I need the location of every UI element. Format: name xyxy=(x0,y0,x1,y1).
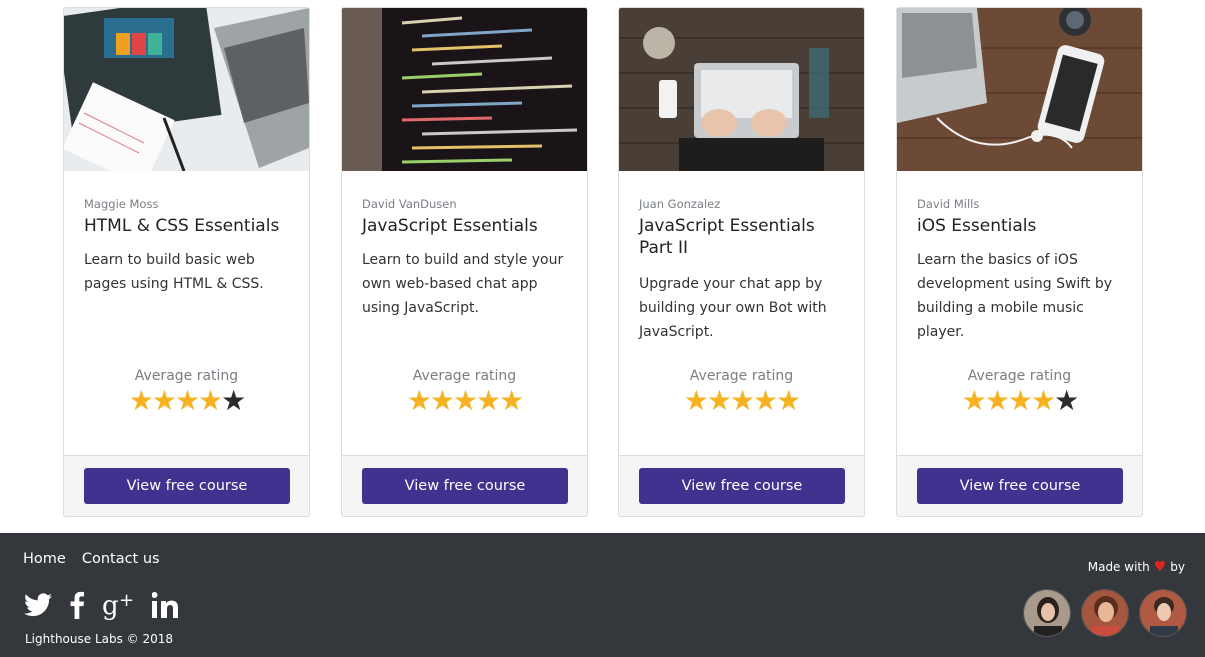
view-course-button[interactable]: View free course xyxy=(639,468,845,504)
course-rating: Average rating ★ ★ ★ ★ ★ xyxy=(342,368,587,417)
google-plus-icon[interactable]: g + xyxy=(102,590,134,620)
star-icon: ★ xyxy=(476,384,501,417)
copyright: Lighthouse Labs © 2018 xyxy=(25,632,174,646)
star-icon: ★ xyxy=(706,384,732,417)
svg-text:g: g xyxy=(102,591,119,620)
avatar xyxy=(1023,589,1071,637)
course-image-javascript xyxy=(342,8,587,171)
course-title: HTML & CSS Essentials xyxy=(84,216,280,236)
star-icon: ★ xyxy=(683,384,709,417)
course-author: Juan Gonzalez xyxy=(639,197,721,211)
star-icon: ★ xyxy=(198,384,223,417)
star-icon: ★ xyxy=(174,384,200,417)
course-rating: Average rating ★ ★ ★ ★ ★ xyxy=(64,368,309,417)
nav-link-contact[interactable]: Contact us xyxy=(82,551,160,567)
course-image-html-css xyxy=(64,8,309,171)
rating-stars: ★ ★ ★ ★ ★ xyxy=(619,384,864,417)
course-author: David VanDusen xyxy=(362,197,457,211)
star-icon: ★ xyxy=(984,384,1010,417)
facebook-icon[interactable] xyxy=(70,591,84,619)
course-description: Learn the basics of iOS development usin… xyxy=(917,252,1113,340)
heart-icon: ♥ xyxy=(1153,559,1167,575)
star-icon: ★ xyxy=(753,384,778,417)
course-card: Maggie Moss HTML & CSS Essentials Learn … xyxy=(63,7,310,517)
star-icon: ★ xyxy=(776,384,801,417)
rating-label: Average rating xyxy=(412,368,517,384)
twitter-icon[interactable] xyxy=(24,593,52,617)
made-with-suffix: by xyxy=(1170,560,1185,574)
course-card: David VanDusen JavaScript Essentials Lea… xyxy=(341,7,588,517)
course-card: Juan Gonzalez JavaScript Essentials Part… xyxy=(618,7,865,517)
rating-label: Average rating xyxy=(967,368,1072,384)
course-author: David Mills xyxy=(917,197,980,211)
star-icon: ★ xyxy=(1007,384,1033,417)
view-course-button[interactable]: View free course xyxy=(362,468,568,504)
star-icon: ★ xyxy=(729,384,755,417)
star-icon: ★ xyxy=(221,384,246,417)
course-description: Learn to build and style your own web-ba… xyxy=(362,252,564,316)
rating-label: Average rating xyxy=(134,368,239,384)
card-footer: View free course xyxy=(897,455,1142,516)
course-card: David Mills iOS Essentials Learn the bas… xyxy=(896,7,1143,517)
svg-text:+: + xyxy=(119,590,134,611)
course-description: Learn to build basic web pages using HTM… xyxy=(84,252,264,292)
star-icon: ★ xyxy=(499,384,524,417)
course-list: Maggie Moss HTML & CSS Essentials Learn … xyxy=(63,7,1143,517)
star-icon: ★ xyxy=(1031,384,1056,417)
star-icon: ★ xyxy=(406,384,432,417)
star-icon: ★ xyxy=(961,384,987,417)
card-footer: View free course xyxy=(619,455,864,516)
course-image-javascript-2 xyxy=(619,8,864,171)
rating-stars: ★ ★ ★ ★ ★ xyxy=(342,384,587,417)
course-rating: Average rating ★ ★ ★ ★ ★ xyxy=(619,368,864,417)
linkedin-icon[interactable] xyxy=(152,592,182,618)
made-with-prefix: Made with xyxy=(1087,560,1150,574)
course-title: iOS Essentials xyxy=(917,216,1037,236)
card-footer: View free course xyxy=(342,455,587,516)
star-icon: ★ xyxy=(151,384,177,417)
star-icon: ★ xyxy=(429,384,455,417)
course-rating: Average rating ★ ★ ★ ★ ★ xyxy=(897,368,1142,417)
star-icon: ★ xyxy=(452,384,478,417)
rating-stars: ★ ★ ★ ★ ★ xyxy=(64,384,309,417)
course-author: Maggie Moss xyxy=(84,197,159,211)
footer-nav: Home Contact us xyxy=(23,551,160,567)
avatar xyxy=(1139,589,1187,637)
made-with: Made with ♥ by xyxy=(1088,559,1185,575)
rating-stars: ★ ★ ★ ★ ★ xyxy=(897,384,1142,417)
star-icon: ★ xyxy=(1054,384,1079,417)
star-icon: ★ xyxy=(128,384,154,417)
avatar xyxy=(1081,589,1129,637)
view-course-button[interactable]: View free course xyxy=(917,468,1123,504)
rating-label: Average rating xyxy=(689,368,794,384)
nav-link-home[interactable]: Home xyxy=(23,551,66,567)
card-footer: View free course xyxy=(64,455,309,516)
course-description: Upgrade your chat app by building your o… xyxy=(639,276,827,340)
team-avatars xyxy=(1023,589,1187,637)
course-title: JavaScript Essentials xyxy=(362,216,538,236)
course-image-ios xyxy=(897,8,1142,171)
view-course-button[interactable]: View free course xyxy=(84,468,290,504)
social-links: g + xyxy=(24,590,182,620)
site-footer: Home Contact us g + Lighthouse Labs © 201… xyxy=(0,533,1205,657)
course-title: JavaScript Essentials Part II xyxy=(639,216,815,258)
